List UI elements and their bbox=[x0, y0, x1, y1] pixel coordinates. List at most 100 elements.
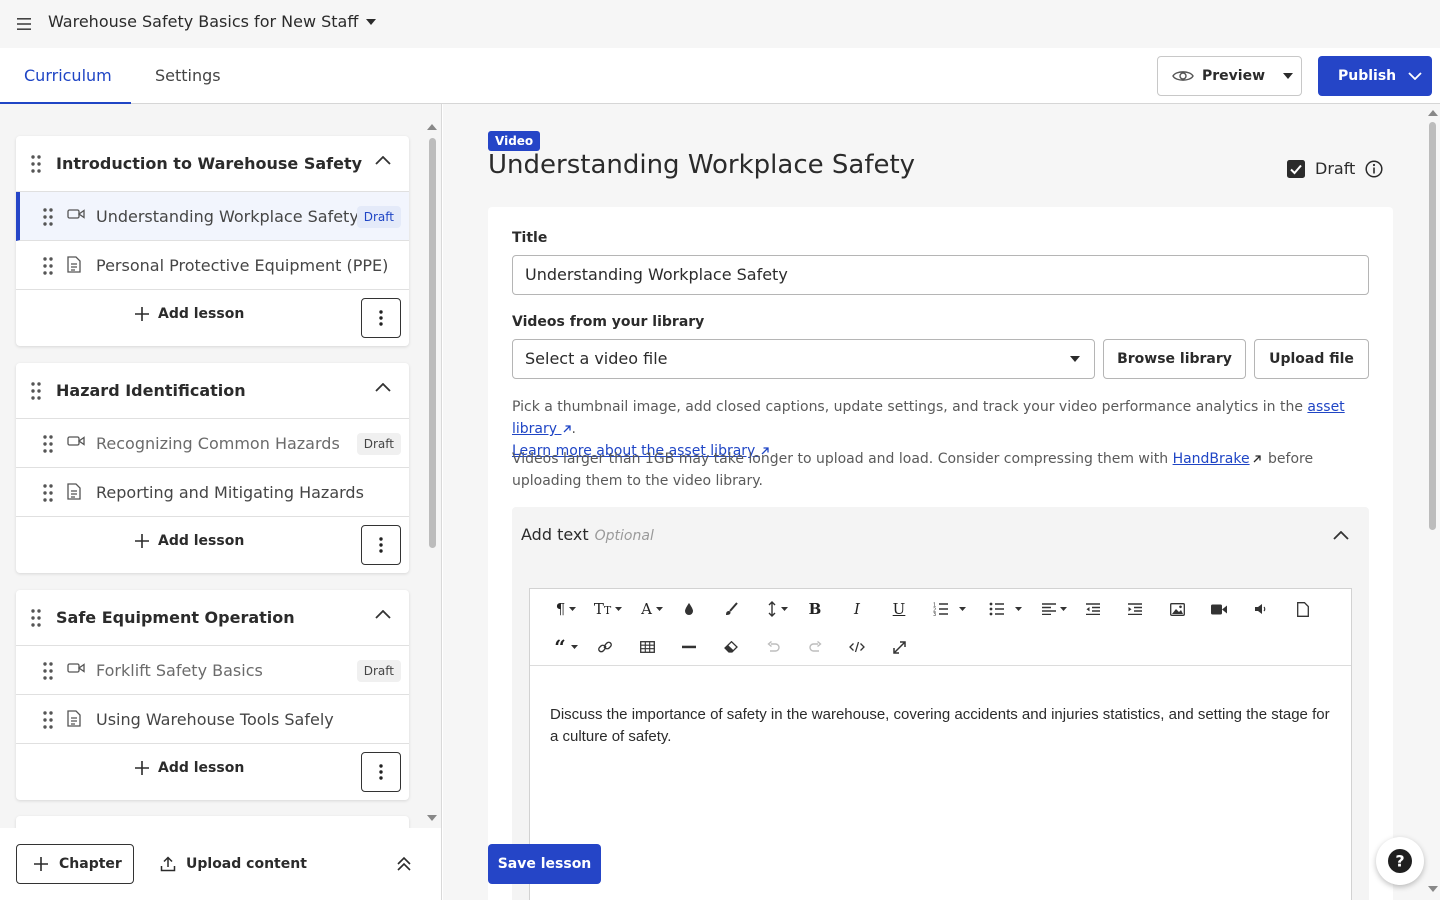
add-lesson-button[interactable]: Add lesson bbox=[134, 533, 244, 549]
lesson-item[interactable]: Forklift Safety Basics Draft bbox=[16, 646, 409, 695]
fullscreen-button[interactable] bbox=[884, 635, 914, 659]
numbered-list-button[interactable]: 123 bbox=[928, 597, 970, 621]
caret-down-icon bbox=[366, 18, 377, 25]
scroll-up-arrow-icon[interactable] bbox=[427, 124, 437, 130]
plus-icon bbox=[135, 761, 149, 775]
lesson-item[interactable]: Personal Protective Equipment (PPE) bbox=[16, 241, 409, 290]
text-color-button[interactable] bbox=[674, 597, 704, 621]
checkbox-checked-icon[interactable] bbox=[1287, 159, 1305, 178]
code-view-button[interactable] bbox=[842, 635, 872, 659]
chapter-header[interactable]: Safe Equipment Operation bbox=[16, 590, 409, 646]
insert-image-button[interactable] bbox=[1162, 597, 1192, 621]
help-button[interactable]: ? bbox=[1376, 837, 1424, 885]
insert-file-button[interactable] bbox=[1288, 597, 1318, 621]
preview-button[interactable]: Preview bbox=[1157, 56, 1302, 96]
chapter-more-button[interactable] bbox=[361, 298, 401, 338]
title-input[interactable]: Understanding Workplace Safety bbox=[512, 255, 1369, 295]
chapter-more-button[interactable] bbox=[361, 752, 401, 792]
publish-button[interactable]: Publish bbox=[1318, 56, 1432, 96]
rich-text-editor[interactable]: ¶ TT A B I U 123 “ Discuss the importanc… bbox=[529, 588, 1352, 900]
upload-file-button[interactable]: Upload file bbox=[1254, 339, 1369, 379]
add-lesson-button[interactable]: Add lesson bbox=[134, 760, 244, 776]
scroll-up-arrow-icon[interactable] bbox=[1428, 110, 1438, 116]
horizontal-rule-button[interactable] bbox=[674, 635, 704, 659]
info-icon[interactable] bbox=[1365, 159, 1383, 178]
scroll-down-arrow-icon[interactable] bbox=[1428, 886, 1438, 892]
drag-handle-icon[interactable] bbox=[42, 256, 54, 276]
insert-table-button[interactable] bbox=[632, 635, 662, 659]
blockquote-button[interactable]: “ bbox=[548, 635, 584, 659]
sidebar-scrollbar-thumb[interactable] bbox=[429, 138, 436, 548]
highlight-button[interactable] bbox=[716, 597, 746, 621]
lesson-item[interactable]: Understanding Workplace Safety Draft bbox=[16, 192, 409, 241]
chapter-card: Safe Equipment Operation Forklift Safety… bbox=[16, 590, 409, 800]
lesson-item[interactable]: Reporting and Mitigating Hazards bbox=[16, 468, 409, 517]
lesson-form-card: Title Understanding Workplace Safety Vid… bbox=[488, 207, 1393, 900]
tab-settings[interactable]: Settings bbox=[131, 48, 245, 104]
add-lesson-row: Add lesson bbox=[16, 517, 409, 573]
draft-badge: Draft bbox=[356, 206, 401, 228]
chapter-title: Hazard Identification bbox=[56, 381, 246, 400]
drag-handle-icon[interactable] bbox=[42, 710, 54, 730]
menu-icon[interactable] bbox=[14, 14, 34, 34]
redo-button[interactable] bbox=[800, 635, 830, 659]
font-size-button[interactable]: TT bbox=[590, 597, 626, 621]
tab-curriculum[interactable]: Curriculum bbox=[0, 48, 131, 104]
indent-button[interactable] bbox=[1120, 597, 1150, 621]
plus-icon bbox=[135, 534, 149, 548]
chevron-up-icon[interactable] bbox=[375, 383, 391, 392]
add-text-header[interactable]: Add text Optional bbox=[521, 525, 654, 544]
chevron-up-icon[interactable] bbox=[375, 156, 391, 165]
insert-video-button[interactable] bbox=[1204, 597, 1234, 621]
add-chapter-button[interactable]: Chapter bbox=[16, 844, 134, 884]
draft-badge: Draft bbox=[356, 660, 401, 682]
drag-handle-icon[interactable] bbox=[42, 434, 54, 454]
add-lesson-button[interactable]: Add lesson bbox=[134, 306, 244, 322]
drag-handle-icon[interactable] bbox=[42, 207, 54, 227]
font-family-button[interactable]: A bbox=[634, 597, 670, 621]
upload-content-button[interactable]: Upload content bbox=[160, 844, 307, 884]
undo-button[interactable] bbox=[758, 635, 788, 659]
drag-handle-icon[interactable] bbox=[42, 483, 54, 503]
drag-handle-icon[interactable] bbox=[30, 154, 42, 174]
external-link-icon bbox=[563, 425, 571, 433]
collapse-all-icon[interactable] bbox=[396, 856, 412, 872]
bold-button[interactable]: B bbox=[800, 597, 830, 621]
insert-audio-button[interactable] bbox=[1246, 597, 1276, 621]
chapter-header[interactable]: Introduction to Warehouse Safety bbox=[16, 136, 409, 192]
drag-handle-icon[interactable] bbox=[30, 381, 42, 401]
insert-link-button[interactable] bbox=[590, 635, 620, 659]
main-scrollbar-thumb[interactable] bbox=[1429, 122, 1436, 530]
outdent-button[interactable] bbox=[1078, 597, 1108, 621]
document-icon bbox=[67, 483, 81, 500]
chevron-up-icon[interactable] bbox=[1333, 531, 1349, 540]
draft-toggle[interactable]: Draft bbox=[1287, 159, 1383, 178]
scroll-down-arrow-icon[interactable] bbox=[427, 815, 437, 821]
clear-format-button[interactable] bbox=[716, 635, 746, 659]
chapter-header[interactable]: Hazard Identification bbox=[16, 363, 409, 419]
caret-down-icon bbox=[615, 607, 623, 611]
drag-handle-icon[interactable] bbox=[42, 661, 54, 681]
handbrake-link[interactable]: HandBrake bbox=[1173, 451, 1250, 467]
editor-content[interactable]: Discuss the importance of safety in the … bbox=[550, 704, 1335, 748]
course-title-dropdown[interactable]: Warehouse Safety Basics for New Staff bbox=[48, 12, 377, 31]
paragraph-format-button[interactable]: ¶ bbox=[548, 597, 584, 621]
chevron-up-icon[interactable] bbox=[375, 610, 391, 619]
chapter-more-button[interactable] bbox=[361, 525, 401, 565]
italic-button[interactable]: I bbox=[842, 597, 872, 621]
save-lesson-button[interactable]: Save lesson bbox=[488, 844, 601, 884]
chevron-down-icon bbox=[1408, 72, 1422, 80]
drag-handle-icon[interactable] bbox=[30, 608, 42, 628]
lesson-item[interactable]: Recognizing Common Hazards Draft bbox=[16, 419, 409, 468]
line-height-button[interactable] bbox=[760, 597, 796, 621]
chapter-card: Hazard Identification Recognizing Common… bbox=[16, 363, 409, 573]
align-button[interactable] bbox=[1036, 597, 1072, 621]
browse-library-button[interactable]: Browse library bbox=[1103, 339, 1246, 379]
bulleted-list-button[interactable] bbox=[984, 597, 1026, 621]
video-file-select[interactable]: Select a video file bbox=[512, 339, 1095, 379]
font-icon: A bbox=[641, 600, 652, 618]
underline-button[interactable]: U bbox=[884, 597, 914, 621]
bulleted-list-icon bbox=[989, 602, 1004, 616]
lesson-item[interactable]: Using Warehouse Tools Safely bbox=[16, 695, 409, 744]
svg-text:?: ? bbox=[1395, 852, 1404, 871]
